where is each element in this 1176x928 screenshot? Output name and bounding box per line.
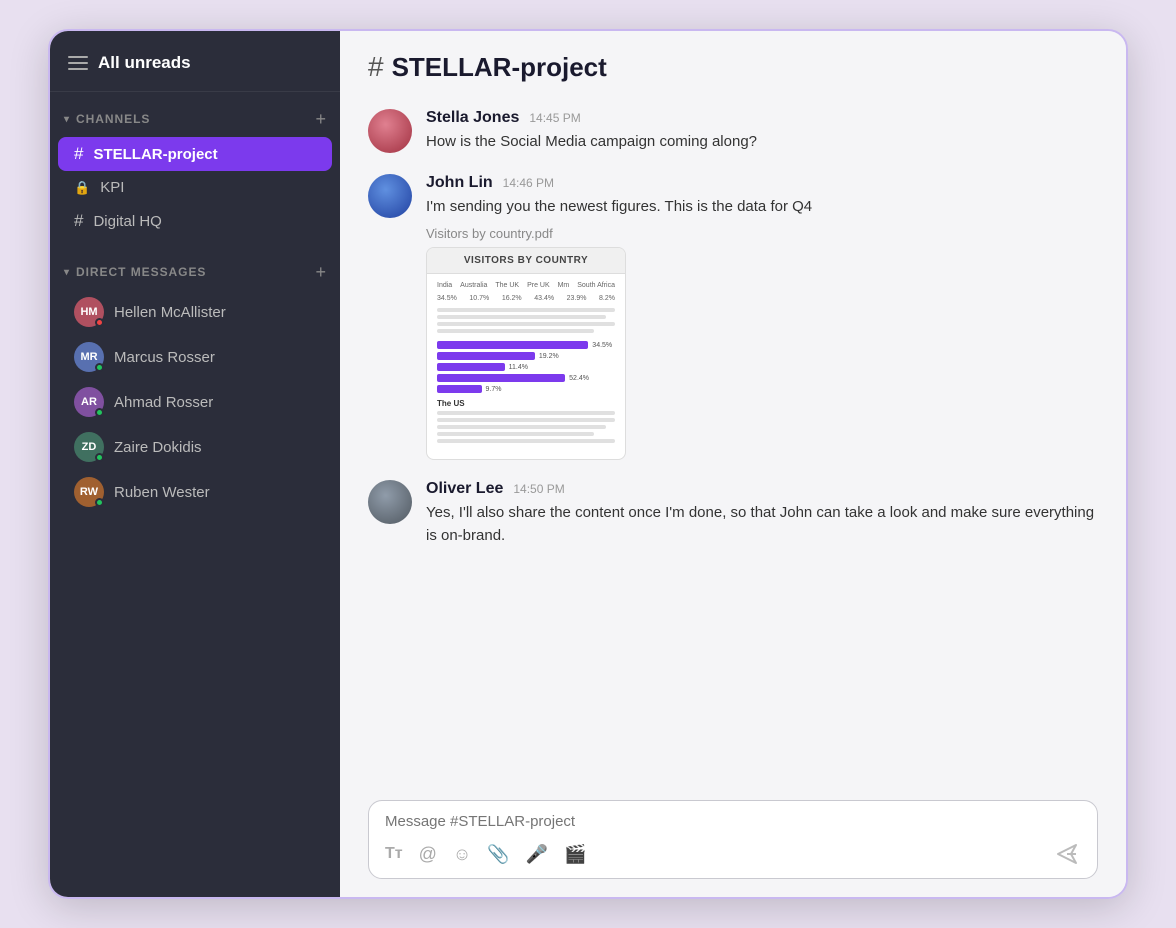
channels-label: ▾ CHANNELS <box>64 112 150 126</box>
channel-name-stellar: STELLAR-project <box>93 146 217 163</box>
bar-row-4: 52.4% <box>437 374 615 382</box>
dm-name-zaire: Zaire Dokidis <box>114 439 202 456</box>
avatar-oliver <box>368 480 412 524</box>
pdf-section-us: The US <box>437 399 615 408</box>
dm-item-hellen[interactable]: HM Hellen McAllister <box>58 290 332 334</box>
msg-header-stella: Stella Jones 14:45 PM <box>426 109 1098 127</box>
dm-name-ahmad: Ahmad Rosser <box>114 394 213 411</box>
send-icon <box>1053 840 1081 868</box>
app-container: All unreads ▾ CHANNELS + # STELLAR-proje… <box>48 29 1128 899</box>
pdf-lorem-lines <box>437 308 615 333</box>
channel-hash-icon: # <box>368 51 384 83</box>
msg-author-stella: Stella Jones <box>426 109 519 127</box>
hamburger-icon[interactable] <box>68 56 88 70</box>
text-format-icon[interactable]: Tᴛ <box>385 845 403 863</box>
channels-chevron-icon: ▾ <box>64 114 70 125</box>
attachment-label: Visitors by country.pdf <box>426 226 1098 241</box>
sidebar-item-stellar[interactable]: # STELLAR-project <box>58 137 332 171</box>
dm-name-marcus: Marcus Rosser <box>114 349 215 366</box>
lock-icon-kpi: 🔒 <box>74 180 90 196</box>
status-dot-hellen <box>95 318 104 327</box>
dm-label: ▾ DIRECT MESSAGES <box>64 265 206 279</box>
hash-icon-stellar: # <box>74 144 83 164</box>
send-button[interactable] <box>1053 840 1081 868</box>
msg-text-stella: How is the Social Media campaign coming … <box>426 131 1098 154</box>
chat-title: # STELLAR-project <box>368 51 1098 83</box>
avatar-john <box>368 174 412 218</box>
sidebar: All unreads ▾ CHANNELS + # STELLAR-proje… <box>50 31 340 897</box>
msg-author-john: John Lin <box>426 174 493 192</box>
dm-item-marcus[interactable]: MR Marcus Rosser <box>58 335 332 379</box>
bar-row-5: 9.7% <box>437 385 615 393</box>
sidebar-header[interactable]: All unreads <box>50 31 340 92</box>
channels-section-header[interactable]: ▾ CHANNELS + <box>50 110 340 136</box>
hash-icon-digital: # <box>74 211 83 231</box>
pdf-title: VISITORS BY COUNTRY <box>427 248 625 274</box>
messages-area: Stella Jones 14:45 PM How is the Social … <box>340 99 1126 786</box>
msg-content-oliver: Oliver Lee 14:50 PM Yes, I'll also share… <box>426 480 1098 547</box>
sidebar-item-kpi[interactable]: 🔒 KPI <box>58 172 332 203</box>
msg-content-stella: Stella Jones 14:45 PM How is the Social … <box>426 109 1098 154</box>
dm-section: ▾ DIRECT MESSAGES + HM Hellen McAllister… <box>50 253 340 521</box>
msg-time-stella: 14:45 PM <box>529 111 580 125</box>
message-input-box: Tᴛ @ ☺ 📎 🎤 🎬 <box>368 800 1098 879</box>
attachment-icon[interactable]: 📎 <box>487 844 509 865</box>
status-dot-zaire <box>95 453 104 462</box>
main-chat: # STELLAR-project Stella Jones 14:45 PM … <box>340 31 1126 897</box>
microphone-icon[interactable]: 🎤 <box>526 844 548 865</box>
input-tools: Tᴛ @ ☺ 📎 🎤 🎬 <box>385 844 587 865</box>
avatar-ahmad: AR <box>74 387 104 417</box>
pdf-us-lines <box>437 411 615 443</box>
status-dot-ruben <box>95 498 104 507</box>
message-stella: Stella Jones 14:45 PM How is the Social … <box>368 109 1098 154</box>
input-toolbar: Tᴛ @ ☺ 📎 🎤 🎬 <box>385 840 1081 868</box>
msg-author-oliver: Oliver Lee <box>426 480 503 498</box>
dm-name-hellen: Hellen McAllister <box>114 304 226 321</box>
status-dot-marcus <box>95 363 104 372</box>
channel-name-kpi: KPI <box>100 179 124 196</box>
dm-item-ruben[interactable]: RW Ruben Wester <box>58 470 332 514</box>
msg-text-oliver: Yes, I'll also share the content once I'… <box>426 502 1098 547</box>
add-dm-icon[interactable]: + <box>315 263 326 281</box>
mention-icon[interactable]: @ <box>419 844 437 865</box>
msg-text-john: I'm sending you the newest figures. This… <box>426 196 1098 219</box>
channel-title: STELLAR-project <box>392 52 607 83</box>
pdf-bar-chart: 34.5% 19.2% 11.4% <box>437 341 615 393</box>
dm-item-zaire[interactable]: ZD Zaire Dokidis <box>58 425 332 469</box>
pdf-body: India Australia The UK Pre UK Mm South A… <box>427 274 625 459</box>
pdf-values: 34.5% 10.7% 16.2% 43.4% 23.9% 8.2% <box>437 295 615 302</box>
input-area: Tᴛ @ ☺ 📎 🎤 🎬 <box>340 786 1126 897</box>
bar-row-1: 34.5% <box>437 341 615 349</box>
channel-name-digital: Digital HQ <box>93 213 161 230</box>
dm-name-ruben: Ruben Wester <box>114 484 210 501</box>
avatar-zaire: ZD <box>74 432 104 462</box>
message-oliver: Oliver Lee 14:50 PM Yes, I'll also share… <box>368 480 1098 547</box>
msg-time-john: 14:46 PM <box>503 176 554 190</box>
msg-header-john: John Lin 14:46 PM <box>426 174 1098 192</box>
dm-section-header[interactable]: ▾ DIRECT MESSAGES + <box>50 263 340 289</box>
message-input[interactable] <box>385 813 1081 830</box>
status-dot-ahmad <box>95 408 104 417</box>
video-icon[interactable]: 🎬 <box>564 844 586 865</box>
channels-section: ▾ CHANNELS + # STELLAR-project 🔒 KPI # D… <box>50 92 340 245</box>
pdf-columns: India Australia The UK Pre UK Mm South A… <box>437 282 615 289</box>
avatar-marcus: MR <box>74 342 104 372</box>
sidebar-item-digital[interactable]: # Digital HQ <box>58 204 332 238</box>
chat-header: # STELLAR-project <box>340 31 1126 99</box>
pdf-preview[interactable]: VISITORS BY COUNTRY India Australia The … <box>426 247 626 460</box>
dm-chevron-icon: ▾ <box>64 267 70 278</box>
dm-item-ahmad[interactable]: AR Ahmad Rosser <box>58 380 332 424</box>
bar-row-3: 11.4% <box>437 363 615 371</box>
msg-time-oliver: 14:50 PM <box>513 482 564 496</box>
msg-content-john: John Lin 14:46 PM I'm sending you the ne… <box>426 174 1098 461</box>
add-channel-icon[interactable]: + <box>315 110 326 128</box>
avatar-ruben: RW <box>74 477 104 507</box>
message-john: John Lin 14:46 PM I'm sending you the ne… <box>368 174 1098 461</box>
avatar-stella <box>368 109 412 153</box>
bar-row-2: 19.2% <box>437 352 615 360</box>
avatar-hellen: HM <box>74 297 104 327</box>
all-unreads-title: All unreads <box>98 53 191 73</box>
msg-header-oliver: Oliver Lee 14:50 PM <box>426 480 1098 498</box>
emoji-icon[interactable]: ☺ <box>453 844 471 865</box>
